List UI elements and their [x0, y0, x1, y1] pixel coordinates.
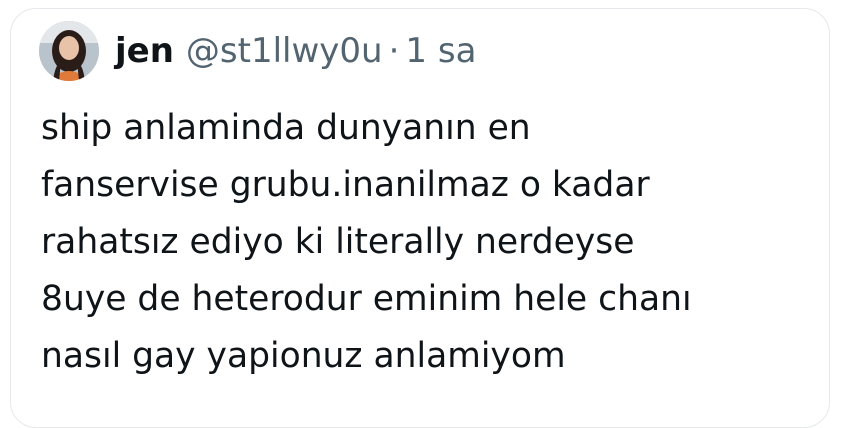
- tweet-text-line: rahatsız ediyo ki literally nerdeyse: [41, 222, 635, 262]
- tweet-card: jen @st1llwy0u · 1 sa ship anlaminda dun…: [10, 8, 830, 428]
- tweet-text-line: fanservise grubu.inanilmaz o kadar: [41, 165, 650, 205]
- avatar[interactable]: [39, 21, 99, 81]
- tweet-text: ship anlaminda dunyanın en fanservise gr…: [41, 100, 821, 385]
- tweet-text-line: 8uye de heterodur eminim hele chanı: [41, 279, 692, 319]
- tweet-text-line: ship anlaminda dunyanın en: [41, 108, 531, 148]
- user-handle[interactable]: @st1llwy0u: [186, 27, 383, 75]
- tweet-header: jen @st1llwy0u · 1 sa: [115, 27, 476, 75]
- timestamp[interactable]: 1 sa: [405, 27, 476, 75]
- avatar-photo-icon: [39, 21, 99, 81]
- separator-dot: ·: [388, 31, 400, 71]
- tweet-text-line: nasıl gay yapionuz anlamiyom: [41, 336, 566, 376]
- display-name[interactable]: jen: [115, 27, 174, 75]
